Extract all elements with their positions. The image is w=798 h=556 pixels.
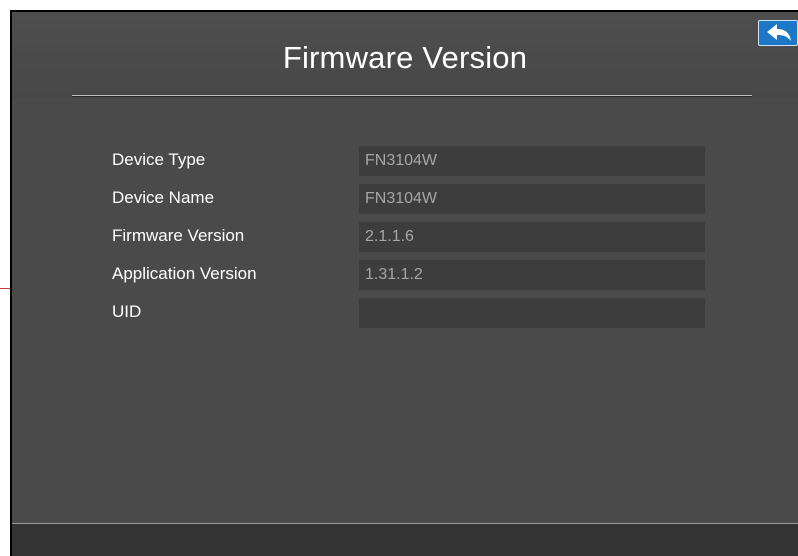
back-arrow-icon [767,24,791,41]
application-version-field: 1.31.1.2 [359,260,705,290]
uid-field [359,298,705,328]
uid-label: UID [112,302,142,321]
device-type-field: FN3104W [359,146,705,176]
screen-frame: Firmware Version Device Type FN3104W Dev… [10,10,798,556]
page-title: Firmware Version [282,40,528,75]
device-type-label: Device Type [112,150,206,169]
firmware-panel: Firmware Version Device Type FN3104W Dev… [12,12,798,556]
header: Firmware Version [12,12,798,98]
firmware-version-field: 2.1.1.6 [359,222,705,252]
title-divider [72,95,752,97]
application-version-label: Application Version [112,264,257,283]
device-name-field: FN3104W [359,184,705,214]
firmware-version-label: Firmware Version [112,226,245,245]
device-name-label: Device Name [112,188,215,207]
back-button[interactable] [758,20,798,46]
footer-bar [12,523,798,556]
